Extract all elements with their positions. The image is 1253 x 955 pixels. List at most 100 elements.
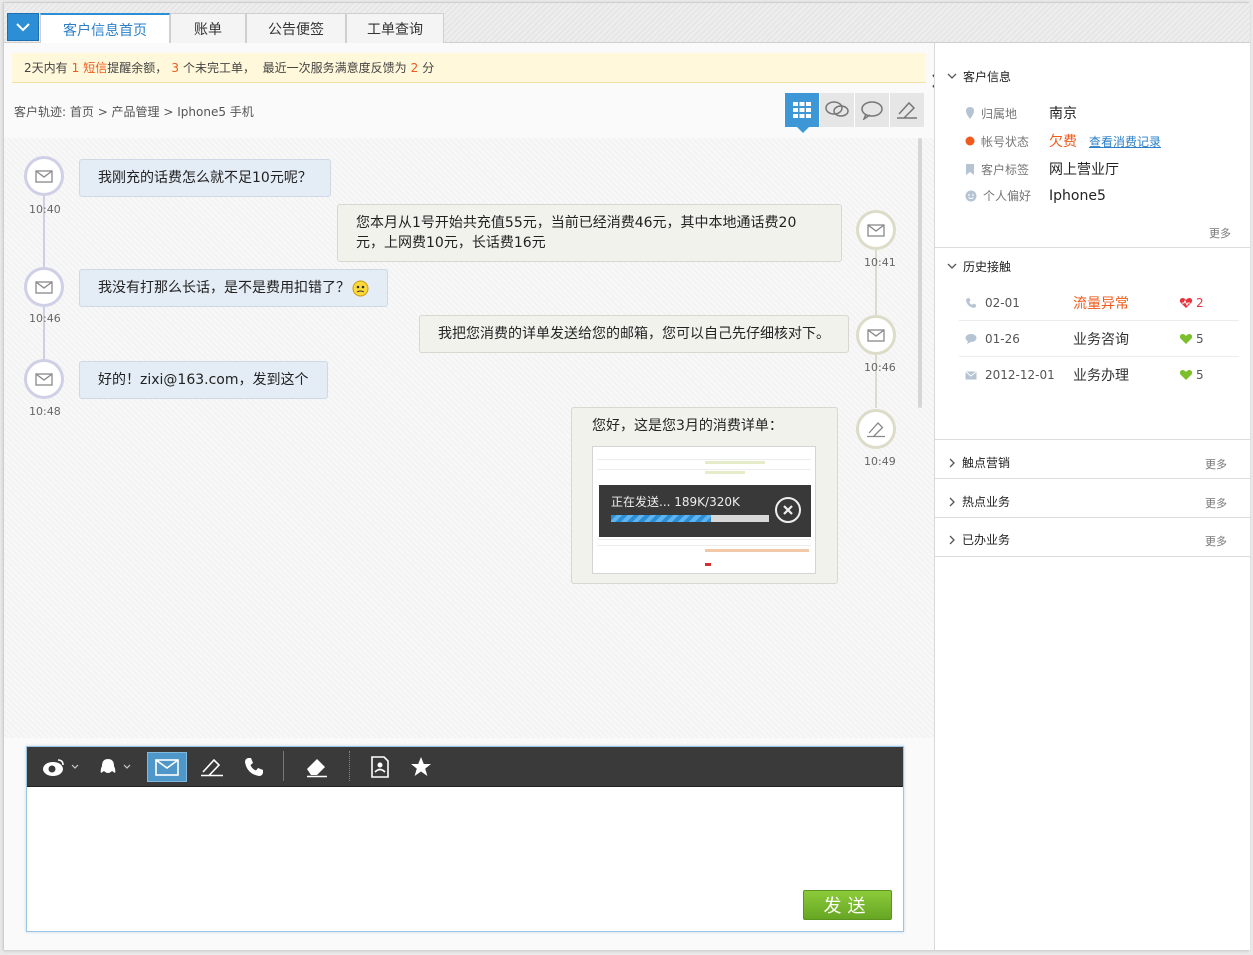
close-icon xyxy=(783,505,793,515)
history-row[interactable]: 2012-12-01 业务办理 5 xyxy=(959,357,1239,393)
tab-bill[interactable]: 账单 xyxy=(170,13,246,44)
section-title: 触点营销 xyxy=(962,456,1011,470)
thumb-bar xyxy=(705,549,809,552)
history-score: 5 xyxy=(1196,331,1204,346)
upload-size: 189K/320K xyxy=(674,495,740,509)
thumb-row xyxy=(597,539,811,540)
send-button[interactable]: 发送 xyxy=(803,890,892,920)
message-time: 10:46 xyxy=(29,312,61,325)
thumb-row xyxy=(597,459,811,460)
history-row[interactable]: 01-26 业务咨询 5 xyxy=(959,321,1239,357)
phone-icon xyxy=(966,297,976,308)
info-value: Iphone5 xyxy=(1049,187,1106,204)
grid-icon xyxy=(793,102,811,118)
chat-icon xyxy=(965,334,977,344)
chat-timeline: 10:40 我刚充的话费怎么就不足10元呢？ 10:41 您本月从1号开始共充值… xyxy=(4,138,934,738)
view-chat-button[interactable] xyxy=(854,93,889,127)
confused-emoji-icon xyxy=(352,280,369,296)
info-key: 归属地 xyxy=(981,106,1018,121)
info-key: 帐号状态 xyxy=(981,134,1030,149)
favorite-button[interactable] xyxy=(405,752,437,782)
info-account-status: 帐号状态 欠费 查看消费记录 xyxy=(965,131,1161,151)
menu-toggle-button[interactable] xyxy=(7,13,39,41)
view-conversation-button[interactable] xyxy=(819,93,854,127)
info-value: 网上营业厅 xyxy=(1049,162,1119,178)
email-channel-button[interactable] xyxy=(147,752,187,782)
tab-bar: 客户信息首页 账单 公告便签 工单查询 xyxy=(4,3,1250,44)
chevron-down-icon xyxy=(947,73,957,79)
thumb-bar xyxy=(705,461,765,464)
message-time: 10:48 xyxy=(29,405,61,418)
more-link[interactable]: 更多 xyxy=(1205,495,1227,511)
customer-sidebar: 客户信息 归属地 南京 帐号状态 欠费 查看消费记录 客户标签 网上营业厅 个人… xyxy=(934,43,1251,950)
history-date: 2012-12-01 xyxy=(985,368,1055,382)
chevron-right-icon xyxy=(949,535,955,544)
divider xyxy=(935,556,1251,557)
section-title: 客户信息 xyxy=(963,70,1012,84)
mail-icon xyxy=(867,223,885,237)
alert-sms-count: 1 xyxy=(71,60,80,75)
view-note-button[interactable] xyxy=(889,93,924,127)
chevron-down-icon xyxy=(947,263,957,269)
tab-work-orders[interactable]: 工单查询 xyxy=(346,13,444,44)
mail-icon xyxy=(867,328,885,342)
section-title: 已办业务 xyxy=(962,533,1011,547)
info-location: 归属地 南京 xyxy=(965,103,1077,123)
message-bubble: 我刚充的话费怎么就不足10元呢？ xyxy=(79,159,331,197)
alert-order-count: 3 xyxy=(171,60,179,75)
history-type: 业务咨询 xyxy=(1073,331,1129,348)
template-button[interactable] xyxy=(363,752,397,782)
message-bubble: 我没有打那么长话，是不是费用扣错了？ xyxy=(79,269,388,307)
message-node xyxy=(856,409,896,449)
section-customer-info[interactable]: 客户信息 xyxy=(947,68,1011,85)
eraser-button[interactable] xyxy=(299,752,333,782)
alert-sms-link[interactable]: 短信 xyxy=(83,59,107,76)
phone-channel-button[interactable] xyxy=(237,752,271,782)
tab-customer-home[interactable]: 客户信息首页 xyxy=(40,13,170,44)
divider xyxy=(935,247,1251,248)
upload-progress-fill xyxy=(611,515,711,522)
view-grid-button[interactable] xyxy=(784,93,819,127)
info-key: 客户标签 xyxy=(981,162,1030,177)
toolbar-divider xyxy=(283,751,284,781)
location-pin-icon xyxy=(966,107,974,119)
divider xyxy=(935,439,1251,440)
alert-text: 2天内有 xyxy=(24,61,68,75)
more-link[interactable]: 更多 xyxy=(1205,456,1227,472)
message-time: 10:41 xyxy=(864,256,896,269)
weibo-channel-dropdown[interactable] xyxy=(39,752,83,782)
history-score: 2 xyxy=(1196,295,1204,310)
eraser-icon xyxy=(307,759,327,778)
history-row[interactable]: 02-01 流量异常 2 xyxy=(959,285,1239,321)
mail-icon xyxy=(155,758,179,776)
tab-notices[interactable]: 公告便签 xyxy=(246,13,346,44)
section-touchpoint-marketing[interactable]: 触点营销 xyxy=(949,454,1010,471)
message-input[interactable] xyxy=(27,787,903,883)
section-history[interactable]: 历史接触 xyxy=(947,258,1011,275)
chat-scrollbar[interactable] xyxy=(918,138,922,408)
section-completed-services[interactable]: 已办业务 xyxy=(949,531,1010,548)
heart-icon xyxy=(1179,333,1193,344)
view-consumption-link[interactable]: 查看消费记录 xyxy=(1089,133,1161,150)
toolbar-divider xyxy=(349,751,350,781)
note-channel-button[interactable] xyxy=(195,752,229,782)
alert-close-button[interactable] xyxy=(898,57,946,88)
upload-cancel-button[interactable] xyxy=(775,497,801,523)
alert-text: 分 xyxy=(422,61,435,75)
message-node xyxy=(24,156,64,196)
note-icon xyxy=(897,101,917,119)
more-link[interactable]: 更多 xyxy=(1209,225,1231,241)
section-hot-services[interactable]: 热点业务 xyxy=(949,493,1010,510)
more-link[interactable]: 更多 xyxy=(1205,533,1227,549)
message-bubble: 您本月从1号开始共充值55元，当前已经消费46元，其中本地通话费20元，上网费1… xyxy=(337,204,842,262)
history-date: 02-01 xyxy=(985,295,1020,310)
divider xyxy=(935,478,1251,479)
mail-icon xyxy=(35,372,53,386)
message-bubble: 好的！zixi@163.com，发到这个 xyxy=(79,361,328,399)
history-type: 流量异常 xyxy=(1073,295,1129,312)
qq-icon xyxy=(100,759,131,773)
bill-preview-thumbnail[interactable]: 正在发送... 189K/320K xyxy=(592,446,816,574)
qq-channel-dropdown[interactable] xyxy=(97,752,137,782)
upload-status: 正在发送... 189K/320K xyxy=(611,492,740,512)
breadcrumb-path[interactable]: 首页 > 产品管理 > Iphone5 手机 xyxy=(70,105,254,119)
